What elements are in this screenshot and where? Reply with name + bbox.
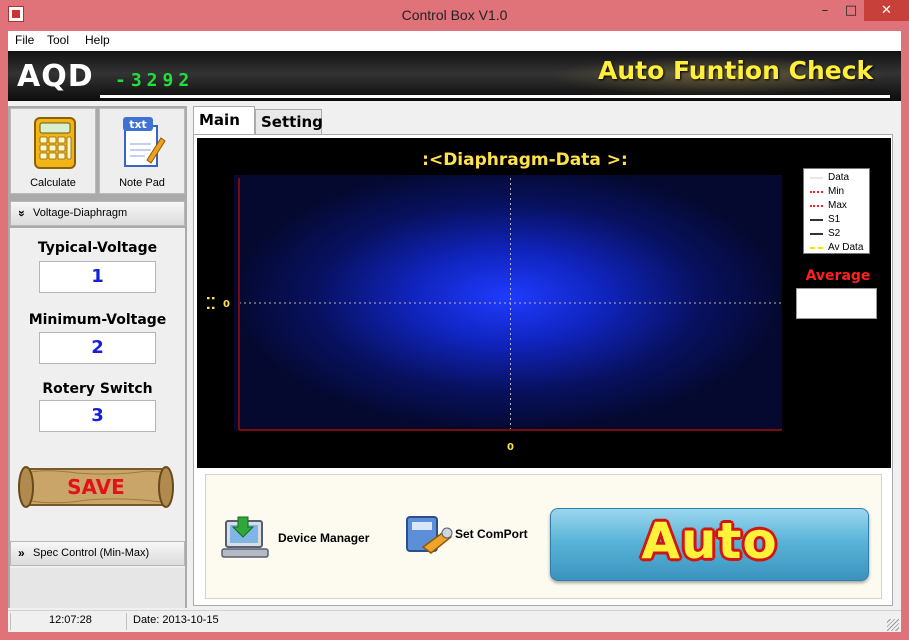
legend-swatch <box>810 233 823 235</box>
device-manager-label: Device Manager <box>278 531 370 545</box>
left-panel: Calculate txt Note Pad » Voltage-Diaphra… <box>8 106 187 608</box>
banner-title: Auto Funtion Check <box>598 56 874 85</box>
menu-file[interactable]: File <box>15 33 34 47</box>
legend-item: Min <box>808 185 869 199</box>
tab-control: Main Setting 0 0 : : :<Diaphragm-Data >: D… <box>193 106 893 606</box>
window-title: Control Box V1.0 <box>401 7 508 23</box>
legend-label: S2 <box>828 228 841 239</box>
calculate-label: Calculate <box>30 177 76 189</box>
expand-chevron-icon: » <box>18 546 25 560</box>
menu-help[interactable]: Help <box>85 33 110 47</box>
banner-underline <box>100 95 890 98</box>
set-comport-label: Set ComPort <box>455 527 528 541</box>
legend-swatch <box>810 219 823 221</box>
group-spec-control-header[interactable]: » Spec Control (Min-Max) <box>10 541 185 566</box>
legend-label: S1 <box>828 214 841 225</box>
banner-logo: AQD <box>17 59 94 94</box>
chart-x-tick-label: 0 <box>507 442 514 453</box>
typical-voltage-label: Typical-Voltage <box>37 240 158 256</box>
notepad-button[interactable]: txt Note Pad <box>99 108 185 194</box>
client-area: AQD -3292 Auto Funtion Check Calculate t… <box>8 51 901 632</box>
group-spec-control-title: Spec Control (Min-Max) <box>33 547 150 559</box>
action-panel: Device Manager Set ComPort Auto <box>205 474 882 599</box>
legend-swatch <box>810 247 823 249</box>
status-bar: 12:07:28 Date: 2013-10-15 <box>8 610 901 632</box>
auto-button[interactable]: Auto <box>550 508 869 581</box>
banner-code: -3292 <box>115 70 195 91</box>
status-separator <box>10 613 11 630</box>
set-comport-button[interactable]: Set ComPort <box>401 513 541 563</box>
legend-item: S1 <box>808 213 869 227</box>
legend-item: Max <box>808 199 869 213</box>
chart-legend: Data Min Max S1 S2 Av Data <box>803 168 870 254</box>
save-label: SAVE <box>67 475 125 499</box>
status-separator <box>126 613 127 630</box>
auto-label: Auto <box>641 512 778 570</box>
minimum-voltage-label: Minimum-Voltage <box>28 312 167 328</box>
notepad-icon: txt <box>123 117 166 167</box>
close-button[interactable]: ✕ <box>864 0 909 21</box>
legend-item: Data <box>808 171 869 185</box>
device-manager-button[interactable]: Device Manager <box>218 515 388 565</box>
notepad-label: Note Pad <box>119 177 165 189</box>
comport-icon <box>406 516 453 554</box>
tab-main[interactable]: Main <box>193 106 255 135</box>
typical-voltage-field[interactable]: 1 <box>39 261 156 293</box>
legend-label: Min <box>828 186 845 197</box>
legend-item: Av Data <box>808 241 869 255</box>
tab-setting[interactable]: Setting <box>255 109 323 134</box>
device-manager-icon <box>221 516 269 558</box>
status-time: 12:07:28 <box>49 614 92 626</box>
legend-label: Av Data <box>828 242 864 253</box>
menu-tool[interactable]: Tool <box>47 33 69 47</box>
legend-label: Max <box>828 200 847 211</box>
rotary-switch-label: Rotery Switch <box>42 381 153 397</box>
chart-title: :<Diaphragm-Data >: <box>422 150 628 170</box>
chart-y-axis-marker: : : <box>203 296 218 311</box>
group-spec-control-body <box>10 568 185 608</box>
tab-page-main: 0 0 : : :<Diaphragm-Data >: Data Min Max S1 S2… <box>193 134 893 606</box>
calculator-icon <box>34 117 76 169</box>
save-button[interactable]: SAVE <box>17 461 175 513</box>
average-field[interactable] <box>796 288 877 319</box>
chart-y-tick-label: 0 <box>223 299 230 310</box>
group-voltage-diaphragm-title: Voltage-Diaphragm <box>33 207 128 219</box>
maximize-button[interactable]: □ <box>838 0 864 21</box>
notepad-icon-text: txt <box>129 118 147 131</box>
legend-swatch <box>810 191 823 193</box>
chart-svg: 0 0 : : <box>203 178 782 453</box>
legend-label: Data <box>828 172 850 183</box>
status-date: Date: 2013-10-15 <box>133 614 219 626</box>
menu-bar: File Tool Help <box>8 31 901 51</box>
legend-item: S2 <box>808 227 869 241</box>
title-bar: Control Box V1.0 – □ ✕ <box>0 0 909 31</box>
group-voltage-diaphragm-header[interactable]: » Voltage-Diaphragm <box>10 201 185 226</box>
minimum-voltage-field[interactable]: 2 <box>39 332 156 364</box>
group-voltage-diaphragm-body: Typical-Voltage 1 Minimum-Voltage 2 Rote… <box>10 228 185 568</box>
average-label: Average <box>805 268 871 284</box>
legend-swatch <box>810 205 823 207</box>
legend-swatch <box>810 177 823 179</box>
minimize-button[interactable]: – <box>812 0 838 21</box>
resize-grip[interactable] <box>887 619 899 631</box>
header-banner: AQD -3292 Auto Funtion Check <box>8 51 901 101</box>
collapse-chevron-icon: » <box>14 210 29 217</box>
calculate-button[interactable]: Calculate <box>10 108 96 194</box>
diaphragm-chart: 0 0 : : :<Diaphragm-Data >: Data Min Max S1 S2… <box>197 138 891 468</box>
rotary-switch-field[interactable]: 3 <box>39 400 156 432</box>
